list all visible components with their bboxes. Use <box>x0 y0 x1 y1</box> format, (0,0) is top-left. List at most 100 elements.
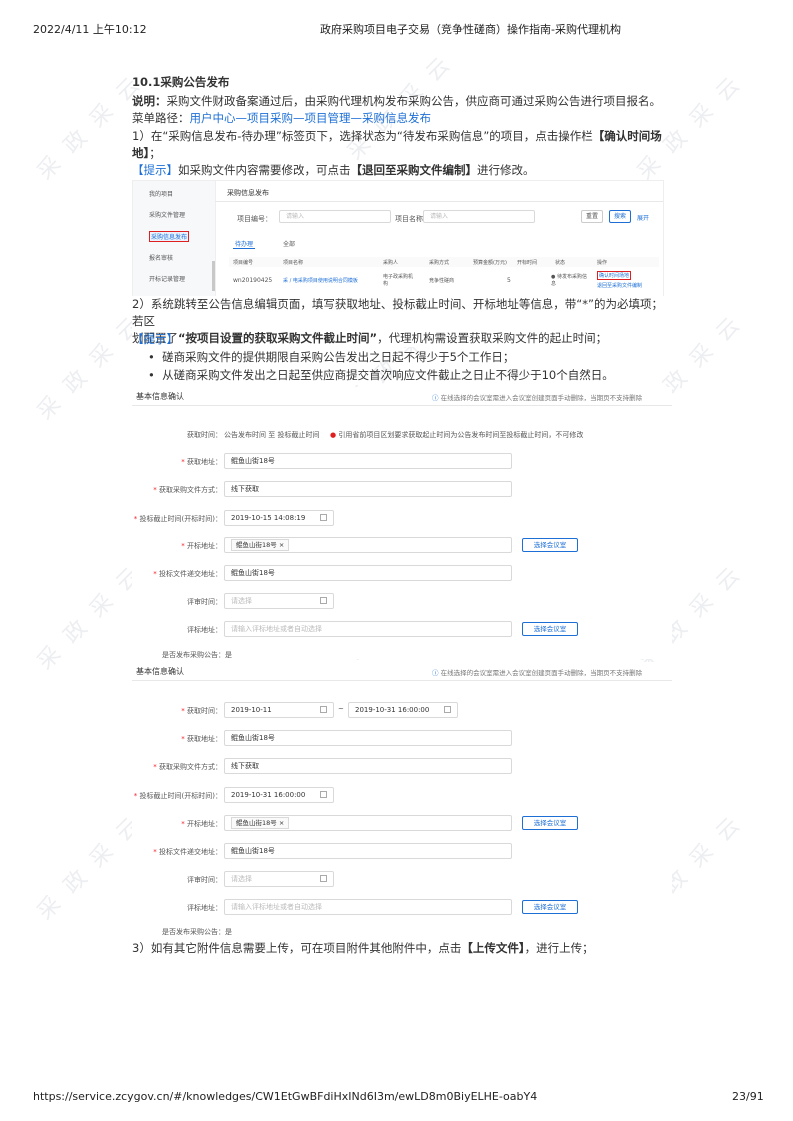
deadline-input[interactable]: 2019-10-15 14:08:19 <box>224 510 334 526</box>
form-title: 基本信息确认 <box>136 392 184 401</box>
watermark: 采 政 采 云 <box>32 310 148 426</box>
calendar-icon <box>320 706 327 713</box>
expand-link[interactable]: 展开 <box>637 213 649 222</box>
tip-label: 【提示】 <box>132 332 178 346</box>
fetch-address-input[interactable]: 鲲鱼山街18号 <box>224 453 512 469</box>
watermark: 采 政 采 云 <box>32 810 148 926</box>
fetch-time-label: 获取时间： <box>187 431 222 439</box>
reset-button[interactable]: 重置 <box>581 210 603 223</box>
review-time-input[interactable]: 请选择 <box>224 871 334 887</box>
submit-address-label: * 投标文件递交地址： <box>153 570 222 578</box>
step-1: 1）在“采购信息发布-待办理”标签页下，选择状态为“待发布采购信息”的项目，点击… <box>132 129 662 160</box>
fetch-address-label: * 获取地址： <box>181 458 222 466</box>
review-time-label: 评审时间： <box>187 598 222 606</box>
col-status: 状态 <box>555 260 566 266</box>
fetch-start-input[interactable]: 2019-10-11 <box>224 702 334 718</box>
sidebar-item[interactable]: 我的项目 <box>149 189 173 198</box>
row-status: ● 待发布采购信息 <box>551 274 587 287</box>
calendar-icon <box>320 514 327 521</box>
submit-address-label: * 投标文件递交地址： <box>153 848 222 856</box>
review-address-input[interactable]: 请输入评标地址或者自动选择 <box>224 621 512 637</box>
open-address-input[interactable]: 鲲鱼山街18号 × <box>224 537 512 553</box>
calendar-icon <box>320 791 327 798</box>
row-name[interactable]: 采 / 电采购项目使用说明合同模板 <box>283 277 358 284</box>
col-name: 项目名称 <box>283 260 304 266</box>
row-buyer: 电子政采购机构 <box>383 274 414 287</box>
col-buyer: 采购人 <box>383 260 399 266</box>
watermark: 采 政 采 云 <box>632 70 748 186</box>
deadline-label: * 投标截止时间(开标时间)： <box>133 792 222 800</box>
tip-1: 【提示】如采购文件内容需要修改，可点击【退回至采购文件编制】进行修改。 <box>132 163 535 177</box>
filter-code-input[interactable]: 请输入 <box>279 210 391 223</box>
form-note: ⓘ 在线选择的会议室需进入会议室创建页面手动删除，当期页不支持删除 <box>432 394 643 402</box>
sidebar: 我的项目 采购文件管理 采购信息发布 报名审核 开标记录管理 <box>133 181 216 299</box>
sidebar-item[interactable]: 开标记录管理 <box>149 274 185 283</box>
description: 说明：采购文件财政备案通过后，由采购代理机构发布采购公告，供应商可通过采购公告进… <box>132 94 661 108</box>
warning-icon: ● <box>330 431 337 439</box>
open-address-label: * 开标地址： <box>181 820 222 828</box>
review-time-label: 评审时间： <box>187 876 222 884</box>
fetch-end-input[interactable]: 2019-10-31 16:00:00 <box>348 702 458 718</box>
sidebar-item[interactable]: 采购文件管理 <box>149 210 185 219</box>
form-title: 基本信息确认 <box>136 667 184 676</box>
bullet-2: • 从磋商采购文件发出之日起至供应商提交首次响应文件截止之日止不得少于10个自然… <box>148 368 614 382</box>
select-room-button[interactable]: 选择会议室 <box>522 622 578 636</box>
filter-name-input[interactable]: 请输入 <box>423 210 535 223</box>
submit-address-input[interactable]: 鲲鱼山街18号 <box>224 843 512 859</box>
sidebar-item-active[interactable]: 采购信息发布 <box>149 231 190 242</box>
divider <box>132 680 672 681</box>
tab-todo[interactable]: 待办理 <box>235 239 253 248</box>
select-room-button[interactable]: 选择会议室 <box>522 538 578 552</box>
col-budget: 预算金额(万元) <box>473 260 507 266</box>
publish-announcement: 是否发布采购公告：是 <box>162 928 232 936</box>
step-3: 3）如有其它附件信息需要上传，可在项目附件其他附件中，点击【上传文件】，进行上传… <box>132 941 594 955</box>
filter-code-label: 项目编号： <box>237 215 272 223</box>
open-address-input[interactable]: 鲲鱼山街18号 × <box>224 815 512 831</box>
fetch-mode-input[interactable]: 线下获取 <box>224 481 512 497</box>
fetch-address-input[interactable]: 鲲鱼山街18号 <box>224 730 512 746</box>
select-room-button[interactable]: 选择会议室 <box>522 900 578 914</box>
open-address-label: * 开标地址： <box>181 542 222 550</box>
fetch-mode-label: * 获取采购文件方式： <box>153 763 222 771</box>
row-code: wn20190425 <box>233 277 273 284</box>
search-button[interactable]: 搜索 <box>609 210 631 223</box>
fetch-time-label: * 获取时间： <box>181 707 222 715</box>
deadline-label: * 投标截止时间(开标时间)： <box>133 515 222 523</box>
col-op: 操作 <box>597 260 608 266</box>
deadline-input[interactable]: 2019-10-31 16:00:00 <box>224 787 334 803</box>
review-time-input[interactable]: 请选择 <box>224 593 334 609</box>
screenshot-form-2: 基本信息确认 ⓘ 在线选择的会议室需进入会议室创建页面手动删除，当期页不支持删除… <box>132 662 672 938</box>
row-method: 竞争性磋商 <box>429 278 455 284</box>
col-code: 项目编号 <box>233 260 254 266</box>
publish-announcement: 是否发布采购公告：是 <box>162 651 232 659</box>
list-title: 采购信息发布 <box>227 189 269 197</box>
step-2: 2）系统跳转至公告信息编辑页面，填写获取地址、投标截止时间、开标地址等信息，带“… <box>132 296 672 347</box>
print-title: 政府采购项目电子交易（竞争性磋商）操作指南-采购代理机构 <box>320 23 621 36</box>
fetch-mode-label: * 获取采购文件方式： <box>153 486 222 494</box>
calendar-icon <box>444 706 451 713</box>
scrollbar[interactable] <box>212 261 215 291</box>
calendar-icon <box>320 597 327 604</box>
review-address-input[interactable]: 请输入评标地址或者自动选择 <box>224 899 512 915</box>
submit-address-input[interactable]: 鲲鱼山街18号 <box>224 565 512 581</box>
bullet-1: • 磋商采购文件的提供期限自采购公告发出之日起不得少于5个工作日； <box>148 350 515 364</box>
print-datetime: 2022/4/11 上午10:12 <box>33 23 147 36</box>
sidebar-item[interactable]: 报名审核 <box>149 253 173 262</box>
col-method: 采购方式 <box>429 260 450 266</box>
screenshot-form-1: 基本信息确认 ⓘ 在线选择的会议室需进入会议室创建页面手动删除，当期页不支持删除… <box>132 387 672 659</box>
review-address-label: 评标地址： <box>187 626 222 634</box>
fetch-mode-input[interactable]: 线下获取 <box>224 758 512 774</box>
calendar-icon <box>320 875 327 882</box>
divider <box>215 201 663 202</box>
menu-path: 菜单路径：用户中心—项目采购—项目管理—采购信息发布 <box>132 111 431 125</box>
tab-all[interactable]: 全部 <box>283 239 295 248</box>
watermark: 采 政 采 云 <box>32 560 148 676</box>
select-room-button[interactable]: 选择会议室 <box>522 816 578 830</box>
section-heading: 10.1采购公告发布 <box>132 75 230 89</box>
print-url: https://service.zcygov.cn/#/knowledges/C… <box>33 1090 538 1103</box>
return-to-edit-link[interactable]: 退回至采购文件编制 <box>597 282 642 289</box>
confirm-time-venue-link[interactable]: 确认时间场地 <box>597 271 632 280</box>
watermark: 采 政 采 云 <box>32 70 148 186</box>
screenshot-procurement-list: 我的项目 采购文件管理 采购信息发布 报名审核 开标记录管理 采购信息发布 项目… <box>132 180 664 300</box>
review-address-label: 评标地址： <box>187 904 222 912</box>
